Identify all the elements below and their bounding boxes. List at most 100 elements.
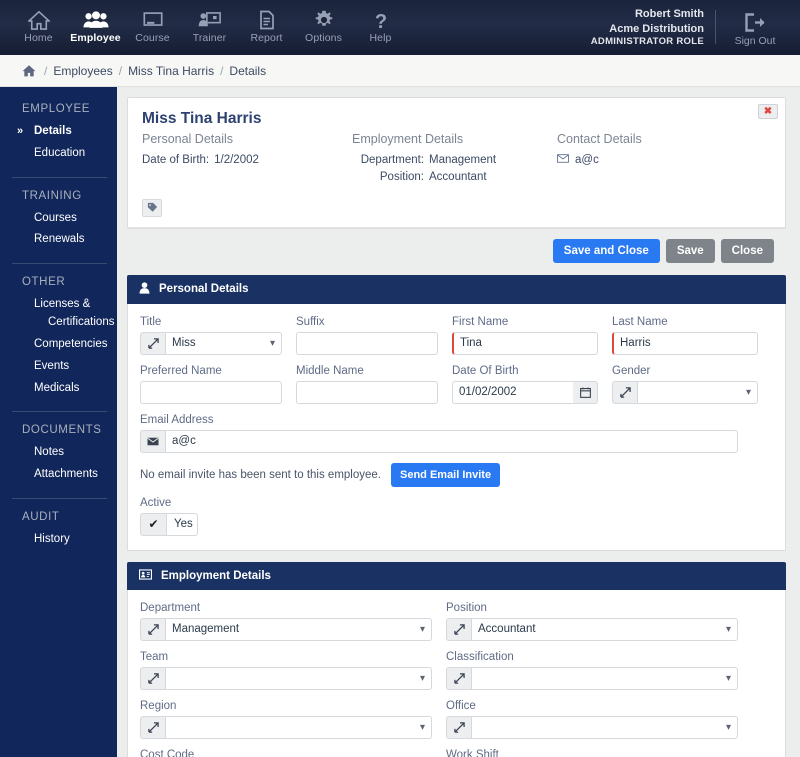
value-date-of-birth: 01/02/2002 bbox=[459, 386, 517, 398]
expand-icon[interactable] bbox=[446, 666, 471, 690]
breadcrumb-separator-1: / bbox=[44, 63, 48, 78]
sidebar-group-training: TRAINING Courses Renewals bbox=[0, 190, 117, 252]
sidebar-item-attachments[interactable]: Attachments bbox=[10, 464, 107, 486]
employment-row-2: Team ▾ Classification ▾ bbox=[140, 651, 773, 690]
sidebar-item-medicals[interactable]: Medicals bbox=[10, 378, 107, 400]
chevron-right-icon: » bbox=[17, 125, 24, 137]
input-email-address[interactable]: a@c bbox=[165, 429, 738, 453]
svg-text:?: ? bbox=[374, 11, 386, 30]
nav-item-help[interactable]: ? Help bbox=[352, 0, 409, 44]
field-last-name: Last Name Harris bbox=[612, 316, 758, 355]
nav-item-trainer[interactable]: Trainer bbox=[181, 0, 238, 44]
select-region[interactable]: ▾ bbox=[165, 715, 432, 739]
sidebar-item-details[interactable]: » Details bbox=[10, 121, 107, 143]
employment-row-1: Department Management ▾ Position Account… bbox=[140, 602, 773, 641]
sidebar-item-notes[interactable]: Notes bbox=[10, 442, 107, 464]
nav-item-employee[interactable]: Employee bbox=[67, 0, 124, 44]
sidebar-item-renewals[interactable]: Renewals bbox=[10, 229, 107, 251]
chevron-down-icon: ▾ bbox=[725, 721, 731, 733]
input-last-name[interactable]: Harris bbox=[612, 331, 758, 355]
summary-personal-details: Personal Details Date of Birth: 1/2/2002 bbox=[142, 132, 352, 187]
sidebar-heading-other: OTHER bbox=[22, 276, 66, 289]
select-title[interactable]: Miss ▾ bbox=[165, 331, 282, 355]
sidebar-label-history: History bbox=[34, 532, 70, 545]
save-and-close-button[interactable]: Save and Close bbox=[552, 238, 660, 263]
field-region: Region ▾ bbox=[140, 700, 432, 739]
summary-header: Miss Tina Harris Personal Details Date o… bbox=[128, 98, 785, 193]
field-suffix: Suffix bbox=[296, 316, 438, 355]
label-first-name: First Name bbox=[452, 315, 509, 328]
sidebar-item-events[interactable]: Events bbox=[10, 356, 107, 378]
nav-item-report[interactable]: Report bbox=[238, 0, 295, 44]
envelope-icon bbox=[140, 429, 165, 453]
expand-icon[interactable] bbox=[612, 380, 637, 404]
sidebar-item-education[interactable]: Education bbox=[10, 143, 107, 165]
label-middle-name: Middle Name bbox=[296, 364, 364, 377]
expand-icon[interactable] bbox=[140, 617, 165, 641]
label-office: Office bbox=[446, 699, 476, 712]
input-preferred-name[interactable] bbox=[140, 380, 282, 404]
summary-contact-title: Contact Details bbox=[557, 132, 642, 146]
input-middle-name[interactable] bbox=[296, 380, 438, 404]
people-icon bbox=[67, 6, 124, 30]
checkmark-icon[interactable]: ✔ bbox=[140, 512, 166, 536]
field-middle-name: Middle Name bbox=[296, 365, 438, 404]
sidebar-divider-4 bbox=[12, 497, 107, 499]
close-button[interactable]: Close bbox=[720, 238, 774, 263]
field-cost-code: Cost Code ▾ bbox=[140, 749, 432, 757]
expand-icon[interactable] bbox=[446, 715, 471, 739]
breadcrumb: / Employees / Miss Tina Harris / Details bbox=[0, 55, 800, 87]
top-navigation-bar: Home Employee Course Trainer Report Opti… bbox=[0, 0, 800, 55]
sidebar-label-attachments: Attachments bbox=[34, 468, 98, 481]
nav-item-options[interactable]: Options bbox=[295, 0, 352, 44]
chevron-down-icon: ▾ bbox=[419, 672, 425, 684]
breadcrumb-item-employee-name[interactable]: Miss Tina Harris bbox=[128, 64, 214, 78]
expand-icon[interactable] bbox=[140, 331, 165, 355]
chevron-down-icon: ▾ bbox=[745, 386, 751, 398]
expand-icon[interactable] bbox=[446, 617, 471, 641]
input-first-name[interactable]: Tina bbox=[452, 331, 598, 355]
select-position[interactable]: Accountant ▾ bbox=[471, 617, 738, 641]
input-suffix[interactable] bbox=[296, 331, 438, 355]
select-gender[interactable]: ▾ bbox=[637, 380, 758, 404]
sidebar-item-licenses-certifications[interactable]: Licenses & Certifications bbox=[10, 294, 114, 334]
main-content: ✖ Miss Tina Harris Personal Details Date… bbox=[117, 87, 800, 757]
sidebar-item-courses[interactable]: Courses bbox=[10, 208, 107, 230]
sidebar-label-renewals: Renewals bbox=[34, 233, 85, 246]
employment-details-header: Employment Details bbox=[127, 561, 786, 590]
breadcrumb-item-employees[interactable]: Employees bbox=[53, 64, 112, 78]
send-email-invite-button[interactable]: Send Email Invite bbox=[391, 462, 501, 487]
sign-out-icon bbox=[720, 8, 790, 32]
field-title: Title Miss ▾ bbox=[140, 316, 282, 355]
sidebar-item-competencies[interactable]: Competencies bbox=[10, 334, 108, 356]
sign-out-button[interactable]: Sign Out bbox=[720, 8, 790, 47]
user-info: Robert Smith Acme Distribution ADMINISTR… bbox=[591, 7, 704, 49]
nav-label-home: Home bbox=[24, 32, 53, 44]
select-office[interactable]: ▾ bbox=[471, 715, 738, 739]
gear-icon bbox=[295, 6, 352, 30]
expand-icon[interactable] bbox=[140, 715, 165, 739]
input-date-of-birth[interactable]: 01/02/2002 bbox=[452, 380, 573, 404]
value-first-name: Tina bbox=[460, 337, 482, 349]
save-button[interactable]: Save bbox=[665, 238, 715, 263]
user-name: Robert Smith bbox=[634, 8, 704, 20]
label-classification: Classification bbox=[446, 650, 514, 663]
sidebar-label-notes: Notes bbox=[34, 446, 65, 459]
sidebar-label-events: Events bbox=[34, 359, 70, 372]
employment-row-4: Cost Code ▾ Work Shift bbox=[140, 749, 773, 757]
field-active: Active ✔ Yes bbox=[140, 497, 198, 536]
sidebar-heading-training: TRAINING bbox=[22, 189, 82, 202]
sidebar-item-history[interactable]: History bbox=[10, 529, 107, 551]
breadcrumb-home-icon[interactable] bbox=[22, 64, 36, 77]
expand-icon[interactable] bbox=[140, 666, 165, 690]
calendar-icon[interactable] bbox=[573, 380, 598, 404]
personal-details-body: Title Miss ▾ Suffix First Name Tina Last… bbox=[127, 303, 786, 551]
nav-item-home[interactable]: Home bbox=[10, 0, 67, 44]
nav-item-course[interactable]: Course bbox=[124, 0, 181, 44]
select-team[interactable]: ▾ bbox=[165, 666, 432, 690]
select-classification[interactable]: ▾ bbox=[471, 666, 738, 690]
summary-employment-details: Employment Details Department: Managemen… bbox=[352, 132, 557, 187]
tag-icon[interactable] bbox=[142, 198, 162, 217]
select-department[interactable]: Management ▾ bbox=[165, 617, 432, 641]
field-work-shift: Work Shift ▾ bbox=[446, 749, 738, 757]
